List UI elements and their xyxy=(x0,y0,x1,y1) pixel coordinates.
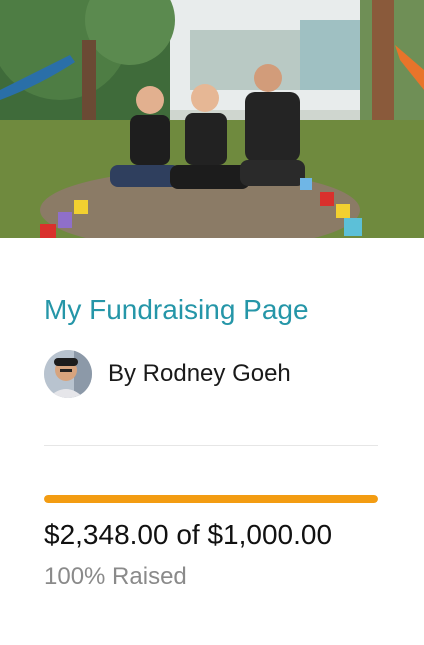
avatar xyxy=(44,350,92,398)
page-title[interactable]: My Fundraising Page xyxy=(44,292,309,328)
progress-fill xyxy=(44,495,378,503)
fundraising-card[interactable]: My Fundraising Page By Rodney Goeh $2,34… xyxy=(0,0,424,645)
percent-raised: 100% Raised xyxy=(44,563,187,590)
hero-photo xyxy=(0,0,424,238)
progress-bar xyxy=(44,495,378,503)
amount-raised: $2,348.00 of $1,000.00 xyxy=(44,519,333,550)
owner-row: By Rodney Goeh xyxy=(44,350,291,398)
owner-name: By Rodney Goeh xyxy=(108,360,291,387)
divider xyxy=(44,445,378,446)
